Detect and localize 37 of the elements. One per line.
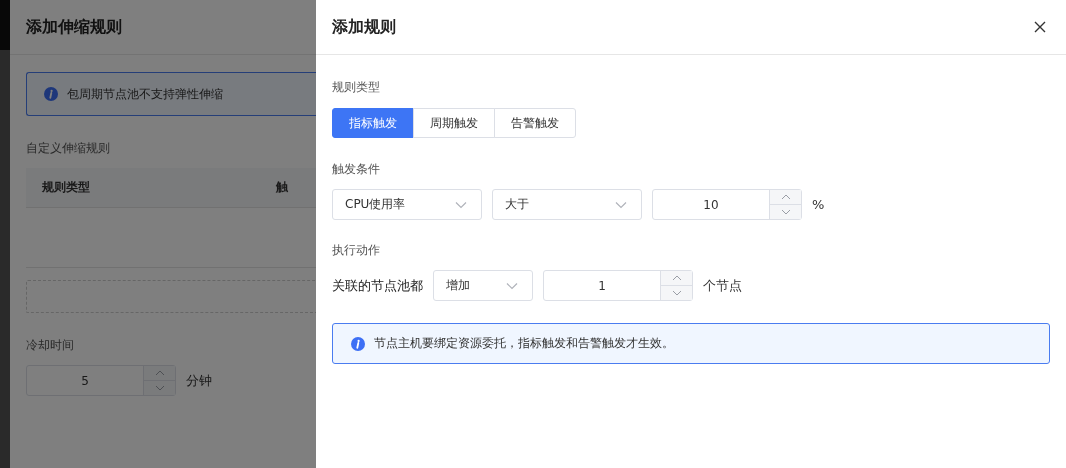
chevron-up-icon <box>154 370 165 376</box>
number-input[interactable]: 5 <box>26 365 176 396</box>
column-header: 规则类型 <box>41 179 91 196</box>
chevron-up-icon <box>780 194 791 200</box>
close-icon <box>1034 21 1046 33</box>
alert-text: 节点主机要绑定资源委托，指标触发和告警触发才生效。 <box>374 335 674 352</box>
dropdown-select[interactable]: CPU使用率 <box>332 189 482 220</box>
section-label: 自定义伸缩规则 <box>26 140 111 157</box>
chevron-down-icon <box>671 290 682 296</box>
column-header: 触 <box>276 179 288 196</box>
field-label: 触发条件 <box>332 161 381 178</box>
chevron-up-icon <box>671 275 682 281</box>
unit-label: 分钟 <box>186 371 212 390</box>
chevron-down-icon <box>506 281 518 290</box>
chevron-down-icon <box>780 209 791 215</box>
rule-type-tab[interactable]: 周期触发 <box>413 108 495 138</box>
field-label: 冷却时间 <box>26 337 75 354</box>
dropdown-select[interactable]: 大于 <box>492 189 642 220</box>
number-input[interactable]: 10 <box>652 189 802 220</box>
chevron-down-icon <box>615 200 627 209</box>
chevron-down-icon <box>455 200 467 209</box>
unit-label: % <box>812 197 825 212</box>
alert-text: 包周期节点池不支持弹性伸缩 <box>67 85 223 103</box>
number-input[interactable]: 1 <box>543 270 693 301</box>
info-icon <box>351 336 365 351</box>
field-label: 执行动作 <box>332 242 381 259</box>
dialog-title: 添加伸缩规则 <box>26 16 122 38</box>
field-label: 规则类型 <box>332 79 381 96</box>
unit-label: 个节点 <box>703 276 742 295</box>
drawer-title: 添加规则 <box>332 16 396 38</box>
chevron-down-icon <box>154 385 165 391</box>
info-icon <box>44 87 58 101</box>
close-button[interactable] <box>1032 19 1048 35</box>
rule-type-tab[interactable]: 指标触发 <box>332 108 414 138</box>
dropdown-select[interactable]: 增加 <box>433 270 533 301</box>
rule-type-tab[interactable]: 告警触发 <box>494 108 576 138</box>
action-label: 关联的节点池都 <box>332 276 423 295</box>
